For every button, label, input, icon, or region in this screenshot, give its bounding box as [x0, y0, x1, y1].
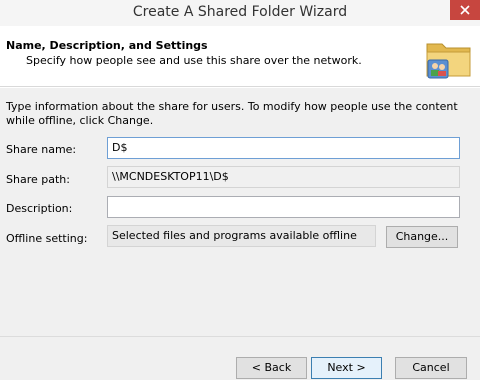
offline-setting-label: Offline setting:	[6, 232, 88, 245]
share-name-input[interactable]: D$	[107, 137, 460, 159]
change-button[interactable]: Change...	[386, 226, 458, 248]
wizard-header: Name, Description, and Settings Specify …	[0, 26, 480, 87]
step-subtitle: Specify how people see and use this shar…	[26, 54, 362, 67]
close-icon	[460, 5, 470, 15]
title-bar: Create A Shared Folder Wizard	[0, 0, 480, 26]
shared-folder-icon	[426, 43, 471, 79]
share-name-label: Share name:	[6, 143, 77, 156]
next-button[interactable]: Next >	[311, 357, 382, 379]
wizard-content: Type information about the share for use…	[0, 88, 480, 380]
step-title: Name, Description, and Settings	[6, 39, 208, 52]
close-button[interactable]	[450, 0, 480, 20]
window-title: Create A Shared Folder Wizard	[132, 4, 348, 20]
description-label: Description:	[6, 202, 73, 215]
button-separator	[0, 336, 480, 337]
share-path-field: \\MCNDESKTOP11\D$	[107, 166, 460, 188]
description-input[interactable]	[107, 196, 460, 218]
intro-text: Type information about the share for use…	[6, 100, 458, 127]
offline-setting-value: Selected files and programs available of…	[107, 225, 376, 247]
back-button[interactable]: < Back	[236, 357, 307, 379]
cancel-button[interactable]: Cancel	[395, 357, 467, 379]
share-path-label: Share path:	[6, 173, 70, 186]
